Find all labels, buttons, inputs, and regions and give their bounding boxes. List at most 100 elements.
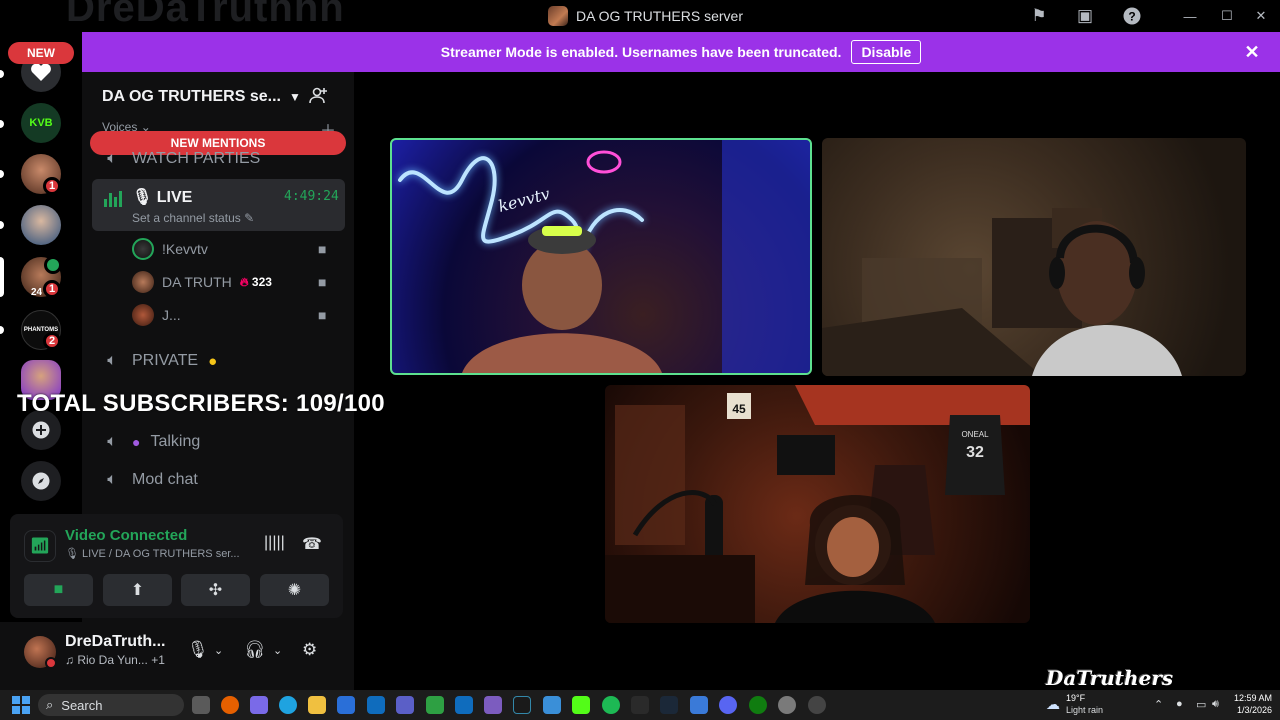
cloud-rain-icon: ☁ [1046, 696, 1060, 712]
member-count: 24 [31, 287, 43, 298]
weather-widget[interactable]: ☁ 19°F Light rain [1046, 692, 1146, 718]
svg-text:?: ? [1128, 10, 1135, 24]
video-frame [822, 208, 1182, 376]
microphone-icon[interactable]: 🎙︎ [187, 640, 209, 660]
jersey-number: 32 [966, 444, 984, 461]
headphones-icon[interactable]: 🎧︎ [244, 640, 266, 660]
banner-message: Streamer Mode is enabled. Usernames have… [440, 44, 842, 60]
channel-live[interactable]: 🎙︎ LIVE 4:49:24 Set a channel status ✎ [92, 179, 345, 231]
video-tile-kevvtv[interactable]: kevvtv [390, 138, 812, 375]
app-icon[interactable] [455, 696, 473, 714]
taskbar: ⌕ Search ☁ 19°F Light rain ⌃ ● ▭ 🔊︎ 12:5… [0, 690, 1280, 720]
app-icon[interactable] [808, 696, 826, 714]
search-icon: ⌕ [46, 697, 54, 712]
video-tile-dredatruthhh[interactable]: 45 ONEAL 32 [605, 385, 1030, 623]
new-unreads-pill[interactable]: NEW [8, 42, 74, 64]
channel-label: WATCH PARTIES [132, 150, 261, 167]
user-panel: DreDaTruth... ♫ Rio Da Yun... +1 🎙︎ ⌄ 🎧︎… [0, 622, 354, 690]
user-name: DA TRUTH [162, 274, 232, 290]
maximize-icon[interactable]: ☐ [1218, 8, 1236, 24]
flag-icon[interactable]: ⚑ [1029, 6, 1049, 26]
voice-status[interactable]: Video Connected [65, 527, 187, 544]
camera-toggle-button[interactable]: ■ [24, 574, 93, 606]
edge-icon[interactable] [279, 696, 297, 714]
chevron-up-icon[interactable]: ⌃ [1154, 698, 1163, 711]
server-name: DA OG TRUTHERS se... [102, 88, 281, 105]
minimize-icon[interactable]: — [1181, 8, 1199, 24]
clock[interactable]: 12:59 AM 1/3/2026 [1228, 692, 1272, 716]
task-view-icon[interactable] [192, 696, 210, 714]
xbox-icon[interactable] [749, 696, 767, 714]
close-window-icon[interactable]: ✕ [1252, 8, 1270, 24]
discover-button[interactable] [21, 461, 61, 501]
firefox-icon[interactable] [221, 696, 239, 714]
spotify-icon[interactable] [602, 696, 620, 714]
user-name[interactable]: DreDaTruth... [65, 633, 165, 651]
video-tile-datruth[interactable] [822, 138, 1246, 376]
invite-people-icon[interactable] [308, 86, 330, 108]
disconnect-icon[interactable]: ☎︎ [302, 534, 322, 554]
taskbar-search[interactable]: ⌕ Search [38, 694, 184, 716]
copilot-icon[interactable] [250, 696, 268, 714]
channel-watch-parties[interactable]: 🔈︎ WATCH PARTIES [102, 144, 260, 174]
app-icon[interactable] [543, 696, 561, 714]
channel-mod-chat[interactable]: 🔈︎ Mod chat [102, 465, 198, 495]
add-person-icon [309, 87, 327, 104]
channel-label: PRIVATE [132, 352, 199, 369]
voice-user[interactable]: DA TRUTH 🔥︎ 323 [132, 268, 272, 296]
file-explorer-icon[interactable] [308, 696, 326, 714]
voice-channel-path[interactable]: 🎙︎ LIVE / DA OG TRUTHERS ser... [65, 547, 240, 560]
server-icon [548, 6, 568, 26]
soundboard-button[interactable]: ✺ [260, 574, 329, 606]
kick-icon[interactable] [572, 696, 590, 714]
channel-talking[interactable]: 🔈︎ ● Talking [102, 427, 200, 457]
server-avatar-2[interactable] [21, 205, 61, 245]
app-icon[interactable] [690, 696, 708, 714]
channel-name-text: LIVE [156, 189, 193, 206]
gear-icon[interactable]: ⚙ [302, 640, 317, 660]
windows-start-icon[interactable] [12, 696, 30, 714]
camera-icon: ■ [318, 307, 327, 323]
video-frame: kevvtv [398, 140, 810, 373]
clock-time: 12:59 AM [1233, 693, 1272, 703]
steam-icon[interactable] [660, 696, 678, 714]
app-icon[interactable] [513, 696, 531, 714]
chevron-down-icon[interactable]: ⌄ [214, 644, 223, 657]
inbox-icon[interactable]: ▣ [1075, 6, 1095, 26]
noise-suppression-icon[interactable]: ||||| [264, 534, 285, 552]
voice-user[interactable]: J... [132, 301, 181, 329]
weather-condition: Light rain [1066, 705, 1104, 715]
user-badge: 🔥︎ 323 [240, 275, 272, 290]
video-frame: 45 ONEAL 32 [605, 385, 1030, 623]
unread-pill [0, 120, 4, 128]
teams-icon[interactable] [396, 696, 414, 714]
search-label: Search [61, 697, 103, 713]
settings-icon[interactable] [778, 696, 796, 714]
server-kvb[interactable]: KVB [21, 103, 61, 143]
disable-streamer-mode-button[interactable]: Disable [851, 40, 922, 64]
subscriber-overlay: TOTAL SUBSCRIBERS: 109/100 [17, 390, 385, 417]
screen-share-button[interactable]: ⬆ [103, 574, 172, 606]
discord-icon[interactable] [719, 696, 737, 714]
store-icon[interactable] [337, 696, 355, 714]
connection-icon[interactable]: 📶︎ [24, 530, 56, 562]
app-icon[interactable] [426, 696, 444, 714]
voice-user[interactable]: !Kevvtv [132, 235, 208, 263]
avatar [132, 238, 154, 260]
network-icon[interactable]: ▭ [1196, 698, 1206, 711]
outlook-icon[interactable] [367, 696, 385, 714]
camera-icon: ■ [318, 241, 327, 257]
banner-close-icon[interactable]: ✕ [1242, 42, 1262, 62]
jersey-name: ONEAL [961, 430, 989, 439]
tray-app-icon[interactable]: ● [1176, 698, 1183, 710]
set-channel-status[interactable]: Set a channel status ✎ [132, 211, 254, 225]
epic-games-icon[interactable] [631, 696, 649, 714]
emoji-icon: ● [208, 352, 218, 370]
help-icon[interactable]: ? [1122, 6, 1142, 26]
channel-private[interactable]: 🔈︎ PRIVATE ● [102, 346, 217, 376]
activities-button[interactable]: ✣ [181, 574, 250, 606]
chevron-down-icon[interactable]: ⌄ [273, 644, 282, 657]
weather-temp: 19°F [1066, 693, 1086, 703]
volume-icon[interactable]: 🔊︎ [1212, 698, 1219, 711]
app-icon[interactable] [484, 696, 502, 714]
